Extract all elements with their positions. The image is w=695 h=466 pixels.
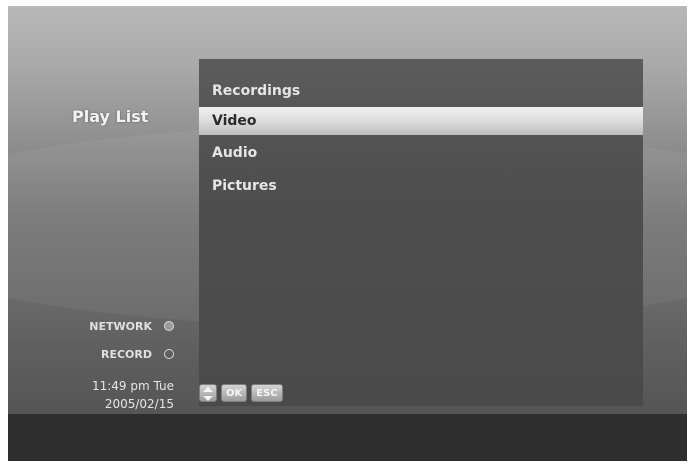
record-indicator-icon <box>164 349 174 359</box>
clock-time: 11:49 pm Tue <box>91 379 174 393</box>
menu-panel: Recordings Video Audio Pictures <box>199 59 643 406</box>
menu-item-recordings[interactable]: Recordings <box>199 77 643 105</box>
network-label: NETWORK <box>89 320 152 333</box>
menu-item-pictures[interactable]: Pictures <box>199 172 643 200</box>
clock-date: 2005/02/15 <box>104 397 174 411</box>
menu-item-label: Video <box>212 113 257 129</box>
menu-item-label: Pictures <box>212 178 277 194</box>
tv-screen: Play List Recordings Video Audio Picture… <box>8 6 687 461</box>
esc-button[interactable]: ESC <box>251 384 283 402</box>
status-block: NETWORK RECORD 11:49 pm Tue 2005/02/15 <box>48 318 180 418</box>
menu-item-label: Recordings <box>212 83 301 99</box>
menu-item-label: Audio <box>212 145 258 161</box>
page-title: Play List <box>72 107 149 126</box>
ok-button[interactable]: OK <box>221 384 248 402</box>
network-indicator-icon <box>164 321 174 331</box>
key-hints: OK ESC <box>199 384 283 404</box>
menu-item-audio[interactable]: Audio <box>199 139 643 167</box>
record-label: RECORD <box>100 348 152 361</box>
up-down-arrows-icon[interactable] <box>199 384 217 402</box>
up-down-arrows-icon-glyph <box>203 387 213 401</box>
bottom-bar <box>8 414 687 461</box>
menu-item-video[interactable]: Video <box>199 107 643 135</box>
